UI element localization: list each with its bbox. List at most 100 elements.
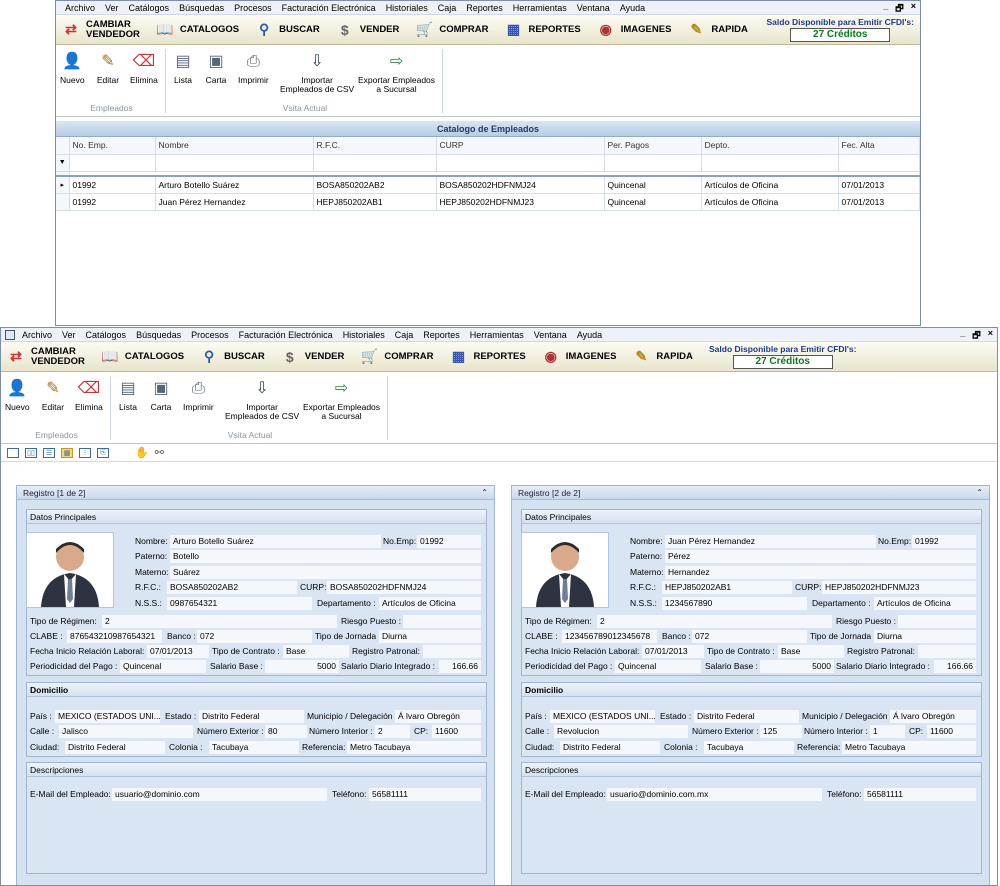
periodicidad-field[interactable]: Quincenal [120,660,206,673]
elimina-button[interactable]: ⌫ Elimina [75,376,103,412]
clabe-field[interactable]: 876543210987654321 [67,630,162,643]
menu-catalogos[interactable]: Catálogos [81,330,132,340]
calle-field[interactable]: Jalisco [59,725,193,738]
menu-historiales[interactable]: Historiales [381,3,433,13]
paterno-field[interactable]: Pérez [665,550,976,563]
menu-ver[interactable]: Ver [100,3,124,13]
collapse-icon[interactable]: ⌃ [481,486,488,500]
clabe-field[interactable]: 123456789012345678 [562,630,657,643]
contrato-field[interactable]: Base [778,645,844,658]
departamento-field[interactable]: Artículos de Oficina [379,597,481,610]
menu-ayuda[interactable]: Ayuda [615,3,650,13]
jornada-field[interactable]: Diurna [874,630,976,643]
filter-cell[interactable] [436,154,605,172]
email-field[interactable]: usuario@dominio.com [112,788,327,801]
paterno-field[interactable]: Botello [170,550,481,563]
noemp-field[interactable]: 01992 [417,535,481,548]
imagenes-button[interactable]: ◉ IMAGENES [597,21,672,39]
menu-busquedas[interactable]: Búsquedas [131,330,186,340]
nss-field[interactable]: 1234567890 [662,597,807,610]
registro-patronal-field[interactable] [423,645,481,658]
registro-patronal-field[interactable] [918,645,976,658]
nuevo-button[interactable]: 👤 Nuevo [5,376,30,412]
column-header[interactable]: No. Emp. [69,137,156,155]
materno-field[interactable]: Hernandez [665,566,976,579]
regimen-field[interactable]: 2 [597,615,832,628]
exportar-sucursal-button[interactable]: ⇨ Exportar Empleados a Sucursal [303,376,380,421]
pan-hand-icon[interactable]: ✋ [135,446,149,459]
buscar-button[interactable]: ⚲ BUSCAR [255,21,320,39]
lista-button[interactable]: ▤ Lista [171,49,195,85]
editar-button[interactable]: ✎ Editar [96,49,120,85]
grid-view-icon[interactable]: ▦ [61,447,73,458]
menu-historiales[interactable]: Historiales [338,330,390,340]
salario-base-field[interactable]: 5000 [760,660,834,673]
two-card-view-icon[interactable]: ▯▯ [25,447,37,458]
comprar-button[interactable]: 🛒 COMPRAR [415,21,489,39]
rfc-field[interactable]: BOSA850202AB2 [167,581,297,594]
menu-caja[interactable]: Caja [433,3,462,13]
fecha-inicio-field[interactable]: 07/01/2013 [147,645,209,658]
fecha-inicio-field[interactable]: 07/01/2013 [642,645,704,658]
customize-view-icon[interactable]: ⎘ [97,447,109,458]
calle-field[interactable]: Revolucion [554,725,688,738]
column-header[interactable]: Per. Pagos [604,137,702,155]
menu-caja[interactable]: Caja [390,330,419,340]
menu-ayuda[interactable]: Ayuda [572,330,607,340]
table-row[interactable]: 01992 Juan Pérez Hernandez HEPJ850202AB1 HE… [56,193,920,211]
filter-icon[interactable]: ▼ [56,154,70,172]
column-header[interactable]: CURP [436,137,605,155]
filter-cell[interactable] [155,154,314,172]
rapida-button[interactable]: ✎ RAPIDA [687,21,748,39]
pais-field[interactable]: MEXICO (ESTADOS UNI... [55,710,160,723]
sdi-field[interactable]: 166.66 [439,660,481,673]
nuevo-button[interactable]: 👤 Nuevo [60,49,85,85]
reportes-button[interactable]: ▦ REPORTES [449,348,526,366]
tile-view-icon[interactable]: ⁝ [79,447,91,458]
telefono-field[interactable]: 56581111 [369,788,481,801]
carta-button[interactable]: ▣ Carta [204,49,228,85]
card-header[interactable]: Registro [1 de 2] ⌃ [17,486,494,500]
single-card-view-icon[interactable] [7,447,19,458]
column-header[interactable]: Fec. Alta [838,137,920,155]
menu-facturacion[interactable]: Facturación Electrónica [277,3,381,13]
menu-procesos[interactable]: Procesos [186,330,234,340]
banco-field[interactable]: 072 [692,630,807,643]
column-header[interactable]: Nombre [155,137,314,155]
editar-button[interactable]: ✎ Editar [41,376,65,412]
menu-archivo[interactable]: Archivo [60,3,100,13]
menu-ver[interactable]: Ver [57,330,81,340]
menu-procesos[interactable]: Procesos [229,3,277,13]
contrato-field[interactable]: Base [283,645,349,658]
curp-field[interactable]: HEPJ850202HDFNMJ23 [822,581,976,594]
exportar-sucursal-button[interactable]: ⇨ Exportar Empleados a Sucursal [358,49,435,94]
riesgo-field[interactable] [898,615,976,628]
imprimir-button[interactable]: ⎙ Imprimir [238,49,269,85]
menu-archivo[interactable]: Archivo [17,330,57,340]
colonia-field[interactable]: Tacubaya [209,741,299,754]
table-row[interactable]: ▸ 01992 Arturo Botello Suárez BOSA850202AB… [56,176,920,194]
curp-field[interactable]: BOSA850202HDFNMJ24 [327,581,481,594]
comprar-button[interactable]: 🛒 COMPRAR [360,348,434,366]
column-header[interactable]: R.F.C. [313,137,437,155]
cambiar-vendedor-button[interactable]: ⇄ CAMBIAR VENDEDOR [62,19,140,40]
municipio-field[interactable]: Á lvaro Obregón [890,710,976,723]
menu-ventana[interactable]: Ventana [572,3,615,13]
column-view-icon[interactable]: ☰ [43,447,55,458]
rapida-button[interactable]: ✎ RAPIDA [632,348,693,366]
periodicidad-field[interactable]: Quincenal [615,660,701,673]
materno-field[interactable]: Suárez [170,566,481,579]
menu-reportes[interactable]: Reportes [461,3,508,13]
rfc-field[interactable]: HEPJ850202AB1 [662,581,792,594]
nss-field[interactable]: 0987654321 [167,597,312,610]
vender-button[interactable]: $ VENDER [336,21,400,39]
menu-ventana[interactable]: Ventana [529,330,572,340]
municipio-field[interactable]: Á lvaro Obregón [395,710,481,723]
telefono-field[interactable]: 56581111 [864,788,976,801]
nombre-field[interactable]: Arturo Botello Suárez [170,535,381,548]
link-icon[interactable]: ⚯ [155,446,164,459]
importar-csv-button[interactable]: ⇩ Importar Empleados de CSV [225,376,299,421]
numero-exterior-field[interactable]: 125 [760,725,802,738]
jornada-field[interactable]: Diurna [379,630,481,643]
imprimir-button[interactable]: ⎙ Imprimir [183,376,214,412]
